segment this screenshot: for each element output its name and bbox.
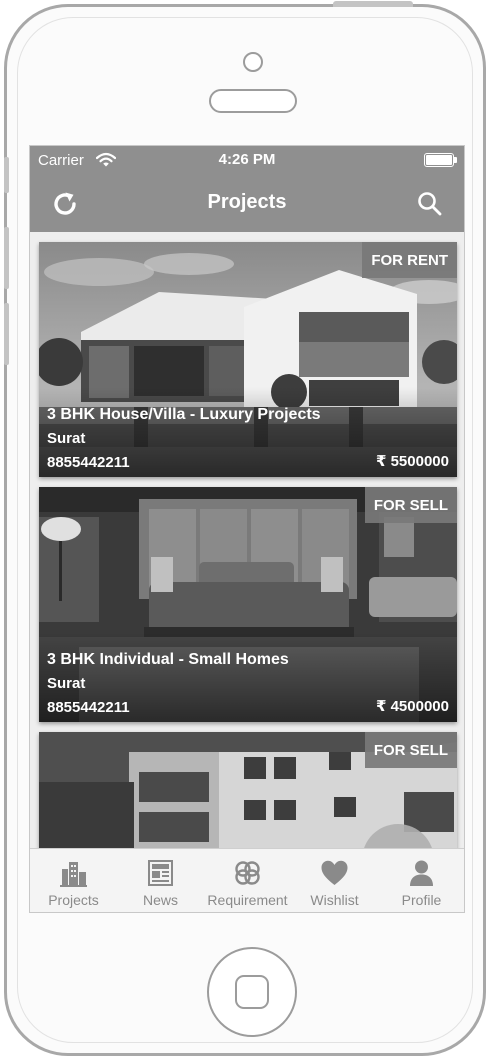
mute-switch <box>4 157 9 193</box>
volume-down-button <box>4 303 9 365</box>
tab-requirement[interactable]: Requirement <box>204 849 291 912</box>
listing-type-badge: FOR RENT <box>362 242 457 278</box>
project-price: ₹ 5500000 <box>375 453 449 470</box>
listing-type-badge: FOR SELL <box>364 487 457 523</box>
requirement-icon <box>235 861 260 885</box>
listing-type-badge: FOR SELL <box>364 732 457 768</box>
project-title: 3 BHK House/Villa - Luxury Projects <box>47 406 321 423</box>
status-bar: Carrier 4:26 PM <box>30 146 464 174</box>
tab-news[interactable]: News <box>117 849 204 912</box>
home-button[interactable] <box>207 947 297 1037</box>
navigation-bar: Projects <box>30 174 464 232</box>
tab-label: Wishlist <box>310 892 359 908</box>
project-card[interactable]: FOR RENT 3 BHK House/Villa - Luxury Proj… <box>39 242 457 477</box>
tab-projects[interactable]: Projects <box>30 849 117 912</box>
projects-list[interactable]: FOR RENT 3 BHK House/Villa - Luxury Proj… <box>30 232 464 848</box>
earpiece-speaker <box>209 89 297 113</box>
app-screen: Carrier 4:26 PM Projects FOR RENT 3 BHK … <box>29 145 465 913</box>
buildings-icon <box>60 862 87 887</box>
tab-bar: Projects News Requirement Wishlist Profi… <box>30 848 464 912</box>
tab-label: News <box>142 892 178 908</box>
tab-label: Requirement <box>207 892 288 908</box>
project-city: Surat <box>47 675 86 692</box>
project-phone[interactable]: 8855442211 <box>47 454 130 471</box>
home-button-square <box>235 975 269 1009</box>
tab-profile[interactable]: Profile <box>378 849 464 912</box>
clock: 4:26 PM <box>218 151 276 168</box>
project-title: 3 BHK Individual - Small Homes <box>47 651 289 668</box>
project-city: Surat <box>47 430 86 447</box>
project-card[interactable]: FOR SELL 3 BHK Individual - Small Homes … <box>39 487 457 722</box>
person-icon <box>410 860 433 886</box>
project-phone[interactable]: 8855442211 <box>47 699 130 716</box>
tab-label: Profile <box>401 892 442 908</box>
tab-wishlist[interactable]: Wishlist <box>291 849 378 912</box>
front-camera <box>243 52 263 72</box>
battery-full-icon <box>424 153 457 167</box>
volume-up-button <box>4 227 9 289</box>
newspaper-icon <box>148 860 173 886</box>
heart-icon <box>321 860 348 885</box>
page-title: Projects <box>207 191 287 213</box>
project-price: ₹ 4500000 <box>375 698 449 715</box>
search-icon[interactable] <box>416 190 444 218</box>
power-button <box>333 1 413 7</box>
tab-label: Projects <box>48 892 99 908</box>
